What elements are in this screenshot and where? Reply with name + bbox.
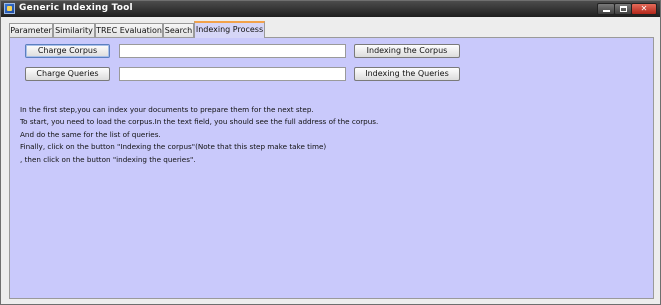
- queries-path-field[interactable]: [119, 67, 346, 81]
- tab-indexing-process[interactable]: Indexing Process: [194, 21, 265, 38]
- close-button[interactable]: ✕: [631, 3, 657, 15]
- instruction-line: In the first step,you can index your doc…: [20, 105, 314, 114]
- instruction-line: Finally, click on the button "Indexing t…: [20, 142, 327, 152]
- title-bar[interactable]: Generic Indexing Tool ✕: [1, 1, 660, 17]
- instruction-line: And do the same for the list of queries.: [20, 129, 161, 139]
- minimize-icon: [602, 10, 610, 12]
- maximize-button[interactable]: [614, 3, 632, 15]
- window-title: Generic Indexing Tool: [19, 3, 133, 13]
- tab-search[interactable]: Search: [163, 23, 194, 37]
- tab-parameter[interactable]: Parameter: [9, 23, 53, 37]
- indexing-process-panel: Charge Corpus Indexing the Corpus Charge…: [9, 37, 654, 299]
- minimize-button[interactable]: [597, 3, 615, 15]
- corpus-path-field[interactable]: [119, 44, 346, 58]
- instructions-text: In the first step,you can index your doc…: [20, 104, 640, 166]
- app-window: Generic Indexing Tool ✕ Parameter Simila…: [0, 0, 661, 305]
- instruction-line: , then click on the button "indexing the…: [20, 154, 196, 164]
- app-icon: [4, 3, 15, 14]
- close-icon: ✕: [640, 4, 648, 13]
- charge-queries-button[interactable]: Charge Queries: [25, 67, 110, 81]
- maximize-icon: [619, 6, 627, 12]
- charge-corpus-button[interactable]: Charge Corpus: [25, 44, 110, 58]
- tab-similarity[interactable]: Similarity: [53, 23, 95, 37]
- instruction-line: To start, you need to load the corpus.In…: [20, 117, 379, 127]
- indexing-queries-button[interactable]: Indexing the Queries: [354, 67, 460, 81]
- tab-trec-evaluation[interactable]: TREC Evaluation: [95, 23, 163, 37]
- indexing-corpus-button[interactable]: Indexing the Corpus: [354, 44, 460, 58]
